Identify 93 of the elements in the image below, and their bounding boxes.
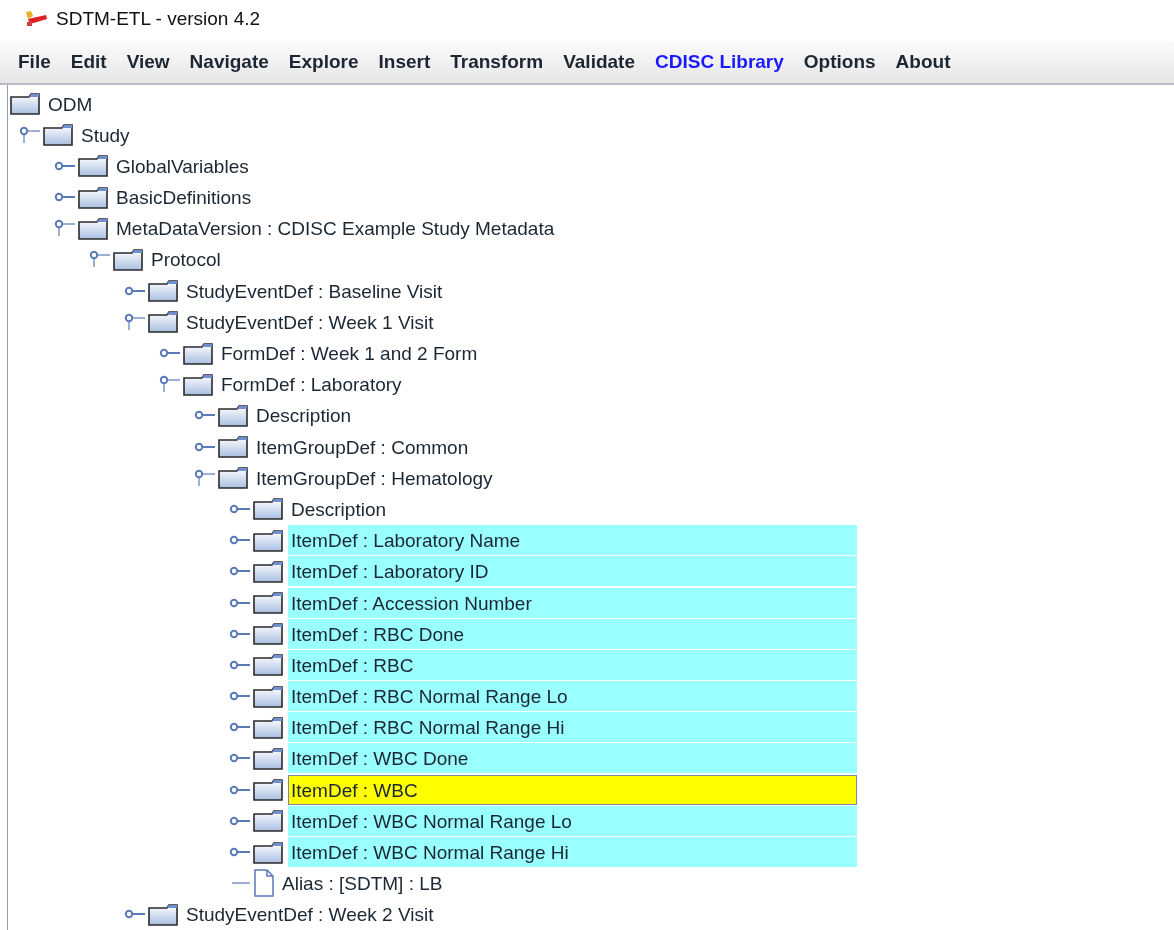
- tree-node-label[interactable]: StudyEventDef : Week 2 Visit: [183, 899, 435, 930]
- expand-handle-icon[interactable]: [124, 909, 146, 920]
- folder-icon: [10, 92, 41, 116]
- expand-handle-icon[interactable]: [229, 597, 251, 608]
- tree-node-label[interactable]: ItemDef : Accession Number: [288, 587, 857, 618]
- tree-node-label[interactable]: BasicDefinitions: [113, 182, 253, 213]
- folder-icon: [218, 466, 249, 490]
- folder-icon: [253, 653, 284, 677]
- expand-handle-icon[interactable]: [229, 691, 251, 702]
- expand-handle-icon[interactable]: [229, 628, 251, 639]
- tree-node-label[interactable]: Study: [78, 119, 131, 150]
- folder-icon: [218, 403, 249, 427]
- collapse-handle-icon[interactable]: [89, 250, 111, 269]
- expand-handle-icon[interactable]: [229, 566, 251, 577]
- tree-node-label[interactable]: StudyEventDef : Baseline Visit: [183, 275, 444, 306]
- collapse-handle-icon[interactable]: [54, 219, 76, 238]
- expand-handle-icon[interactable]: [229, 503, 251, 514]
- tree-node-label[interactable]: FormDef : Laboratory: [218, 369, 403, 400]
- folder-icon: [253, 497, 284, 521]
- menu-item[interactable]: Navigate: [179, 50, 279, 73]
- tree-node-label[interactable]: Protocol: [148, 244, 222, 275]
- folder-icon: [253, 622, 284, 646]
- expand-handle-icon[interactable]: [194, 441, 216, 452]
- folder-icon: [78, 185, 109, 209]
- tree-node-label[interactable]: ItemGroupDef : Common: [253, 431, 470, 462]
- folder-icon: [253, 746, 284, 770]
- menu-item[interactable]: Options: [793, 50, 886, 73]
- tree-node-label[interactable]: Description: [253, 400, 353, 431]
- menu-item[interactable]: Explore: [278, 50, 369, 73]
- tree-line-icon: [229, 881, 251, 886]
- tree-node-label[interactable]: ItemGroupDef : Hematology: [253, 462, 494, 493]
- tree-node-label[interactable]: ItemDef : Laboratory ID: [288, 556, 857, 587]
- expand-handle-icon[interactable]: [229, 535, 251, 546]
- expand-handle-icon[interactable]: [229, 659, 251, 670]
- expand-handle-icon[interactable]: [229, 722, 251, 733]
- expand-handle-icon[interactable]: [159, 348, 181, 359]
- menu-item[interactable]: Transform: [440, 50, 554, 73]
- folder-icon: [148, 279, 179, 303]
- menu-item[interactable]: File: [8, 50, 61, 73]
- expand-handle-icon[interactable]: [229, 784, 251, 795]
- tree-node-label[interactable]: ItemDef : Laboratory Name: [288, 525, 857, 556]
- expand-handle-icon[interactable]: [229, 847, 251, 858]
- app-logo-icon: [24, 10, 48, 29]
- tree-node-label[interactable]: ItemDef : WBC: [288, 774, 857, 805]
- tree-node-label[interactable]: ODM: [45, 88, 94, 119]
- folder-icon: [148, 902, 179, 926]
- menu-item[interactable]: CDISC Library: [645, 50, 794, 73]
- menu-item[interactable]: Edit: [60, 50, 117, 73]
- expand-handle-icon[interactable]: [54, 160, 76, 171]
- tree-node-label[interactable]: MetaDataVersion : CDISC Example Study Metadata: [113, 213, 556, 244]
- folder-icon: [253, 684, 284, 708]
- tree-node-label[interactable]: StudyEventDef : Week 1 Visit: [183, 306, 435, 337]
- folder-icon: [183, 341, 214, 365]
- tree-node-label[interactable]: ItemDef : RBC Normal Range Hi: [288, 712, 857, 743]
- tree-node-label[interactable]: GlobalVariables: [113, 150, 250, 181]
- folder-icon: [253, 840, 284, 864]
- folder-icon: [43, 123, 74, 147]
- expand-handle-icon[interactable]: [124, 285, 146, 296]
- expand-handle-icon[interactable]: [54, 192, 76, 203]
- folder-icon: [253, 778, 284, 802]
- folder-icon: [183, 372, 214, 396]
- folder-icon: [113, 247, 144, 271]
- tree-node-label[interactable]: ItemDef : RBC Done: [288, 618, 857, 649]
- tree-node-label[interactable]: Alias : [SDTM] : LB: [279, 868, 444, 899]
- document-icon: [253, 869, 275, 898]
- tree-node-label[interactable]: ItemDef : RBC: [288, 649, 857, 680]
- collapse-handle-icon[interactable]: [194, 468, 216, 487]
- menu-item[interactable]: View: [116, 50, 180, 73]
- folder-icon: [253, 591, 284, 615]
- folder-icon: [148, 310, 179, 334]
- collapse-handle-icon[interactable]: [19, 125, 41, 144]
- tree-node-label[interactable]: ItemDef : WBC Normal Range Hi: [288, 837, 857, 868]
- expand-handle-icon[interactable]: [194, 410, 216, 421]
- menu-item[interactable]: Validate: [553, 50, 645, 73]
- folder-icon: [253, 715, 284, 739]
- menu-item[interactable]: Insert: [368, 50, 441, 73]
- tree-node-label[interactable]: FormDef : Week 1 and 2 Form: [218, 338, 479, 369]
- tree-node-label[interactable]: ItemDef : WBC Done: [288, 743, 857, 774]
- folder-icon: [253, 809, 284, 833]
- tree-node-label[interactable]: ItemDef : WBC Normal Range Lo: [288, 805, 857, 836]
- folder-icon: [253, 528, 284, 552]
- folder-icon: [78, 154, 109, 178]
- collapse-handle-icon[interactable]: [124, 312, 146, 331]
- expand-handle-icon[interactable]: [229, 753, 251, 764]
- tree-node-label[interactable]: Description: [288, 493, 388, 524]
- folder-icon: [253, 559, 284, 583]
- window-title: SDTM-ETL - version 4.2: [56, 8, 261, 31]
- collapse-handle-icon[interactable]: [159, 375, 181, 394]
- folder-icon: [218, 435, 249, 459]
- folder-icon: [78, 216, 109, 240]
- expand-handle-icon[interactable]: [229, 815, 251, 826]
- tree-node-label[interactable]: ItemDef : RBC Normal Range Lo: [288, 681, 857, 712]
- menu-item[interactable]: About: [885, 50, 961, 73]
